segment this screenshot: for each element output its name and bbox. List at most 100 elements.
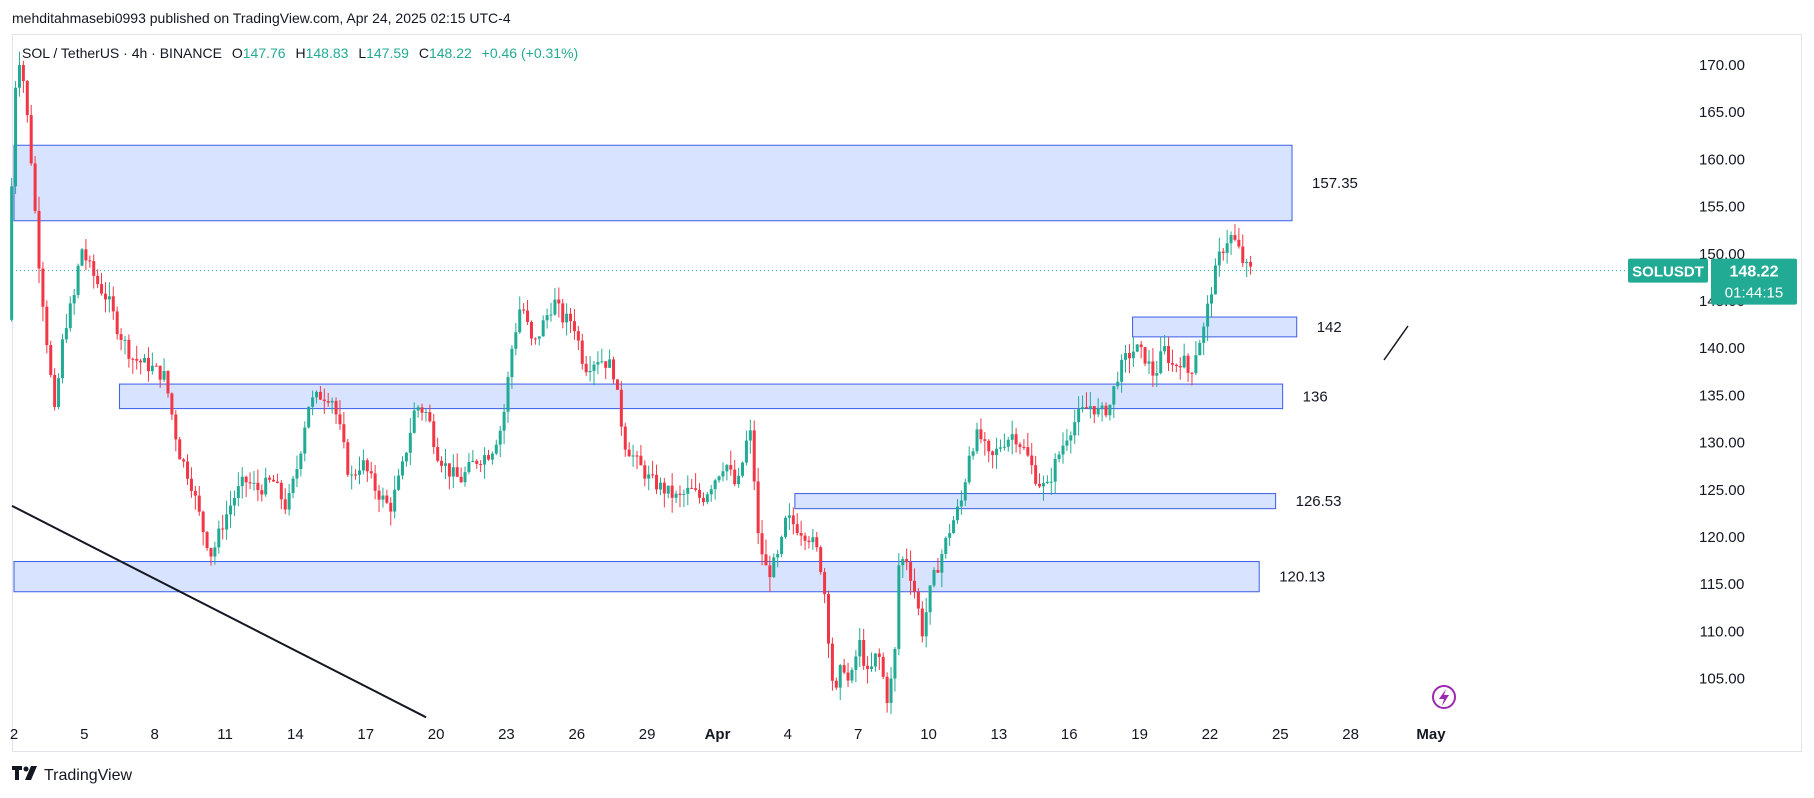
legend-open: 147.76 — [242, 45, 286, 61]
candle-body — [1041, 483, 1045, 487]
candle-body — [975, 429, 979, 452]
candle-body — [150, 365, 154, 372]
candle-body — [119, 334, 123, 340]
candle-body — [389, 502, 393, 512]
candle-body — [1069, 435, 1073, 441]
candle-body — [170, 393, 174, 415]
candle-body — [1096, 407, 1100, 415]
candle-body — [811, 537, 815, 543]
candle-body — [103, 293, 107, 300]
candle-body — [279, 482, 283, 500]
candle-body — [260, 490, 264, 495]
candle-body — [483, 455, 487, 465]
candle-body — [905, 559, 909, 563]
candle-body — [1170, 362, 1174, 365]
candle-body — [553, 299, 557, 315]
x-tick-label: Apr — [705, 726, 731, 743]
candle-body — [107, 296, 111, 300]
candle-body — [795, 524, 799, 534]
candle-body — [217, 528, 221, 548]
candle-body — [799, 533, 803, 536]
y-tick-label: 135.00 — [1699, 387, 1745, 404]
candle-body — [490, 453, 494, 460]
candle-body — [373, 473, 377, 491]
tradingview-logo-icon[interactable] — [12, 766, 38, 785]
candle-body — [889, 678, 893, 703]
candle-body — [1217, 251, 1221, 266]
candle-body — [494, 444, 498, 454]
candle-body — [498, 430, 502, 445]
candle-body — [959, 500, 963, 507]
candle-body — [346, 442, 350, 475]
candle-body — [869, 666, 873, 669]
candle-body — [365, 460, 369, 472]
candle-body — [1081, 407, 1085, 409]
candle-body — [41, 268, 45, 307]
candle-body — [924, 612, 928, 637]
candle-body — [866, 665, 870, 669]
short-trendline — [1383, 325, 1409, 361]
candlestick-chart[interactable]: 157.35142136126.53120.13170.00165.00160.… — [0, 0, 1814, 798]
y-tick-label: 105.00 — [1699, 671, 1745, 688]
candle-body — [283, 499, 287, 510]
candle-body — [506, 377, 510, 412]
candle-body — [1100, 405, 1104, 408]
candle-body — [815, 537, 819, 548]
candle-body — [776, 554, 780, 558]
candle-body — [57, 378, 61, 407]
zone-4 — [13, 561, 1260, 593]
candle-body — [455, 467, 459, 477]
candle-body — [893, 648, 897, 679]
candle-body — [275, 481, 279, 483]
y-tick-label: 155.00 — [1699, 199, 1745, 216]
candle-body — [569, 313, 573, 322]
candle-body — [1088, 406, 1092, 409]
candle-body — [68, 303, 72, 329]
candle-body — [182, 459, 186, 462]
candle-body — [873, 653, 877, 667]
candle-body — [1245, 261, 1249, 263]
candle-body — [154, 365, 158, 367]
candle-body — [1233, 235, 1237, 240]
candle-body — [330, 400, 334, 403]
x-tick-label: 5 — [80, 726, 88, 743]
candle-body — [272, 479, 276, 482]
candle-body — [784, 517, 788, 537]
candle-body — [502, 411, 506, 431]
candle-body — [486, 455, 490, 460]
candle-body — [510, 348, 514, 378]
candle-body — [897, 565, 901, 649]
y-tick-label: 110.00 — [1700, 623, 1745, 640]
footer: TradingView — [12, 766, 132, 785]
legend-change: +0.46 (+0.31%) — [481, 45, 579, 61]
candle-body — [1237, 239, 1241, 247]
candle-body — [299, 453, 303, 470]
candle-body — [354, 474, 358, 476]
candle-body — [920, 608, 924, 637]
candle-body — [186, 461, 190, 479]
candle-body — [229, 505, 233, 515]
legend-high-label: H — [295, 45, 306, 61]
candle-body — [1135, 344, 1139, 352]
zone-1 — [1132, 316, 1298, 338]
lightning-icon-bolt — [1439, 689, 1449, 706]
footer-brand[interactable]: TradingView — [44, 767, 132, 785]
legend-low: 147.59 — [366, 45, 409, 61]
candle-body — [408, 432, 412, 453]
candle-body — [135, 358, 139, 361]
candle-body — [526, 310, 530, 322]
candle-body — [334, 400, 338, 415]
x-tick-label: 26 — [568, 726, 585, 743]
candle-body — [565, 313, 569, 323]
candle-body — [596, 362, 600, 365]
candle-body — [952, 520, 956, 534]
candle-body — [248, 482, 252, 484]
candle-body — [53, 374, 57, 407]
candle-body — [670, 485, 674, 498]
candle-body — [658, 482, 662, 490]
candle-body — [381, 495, 385, 500]
y-tick-label: 160.00 — [1699, 151, 1745, 168]
candle-body — [834, 680, 838, 688]
candle-body — [701, 497, 705, 503]
candle-body — [467, 462, 471, 473]
